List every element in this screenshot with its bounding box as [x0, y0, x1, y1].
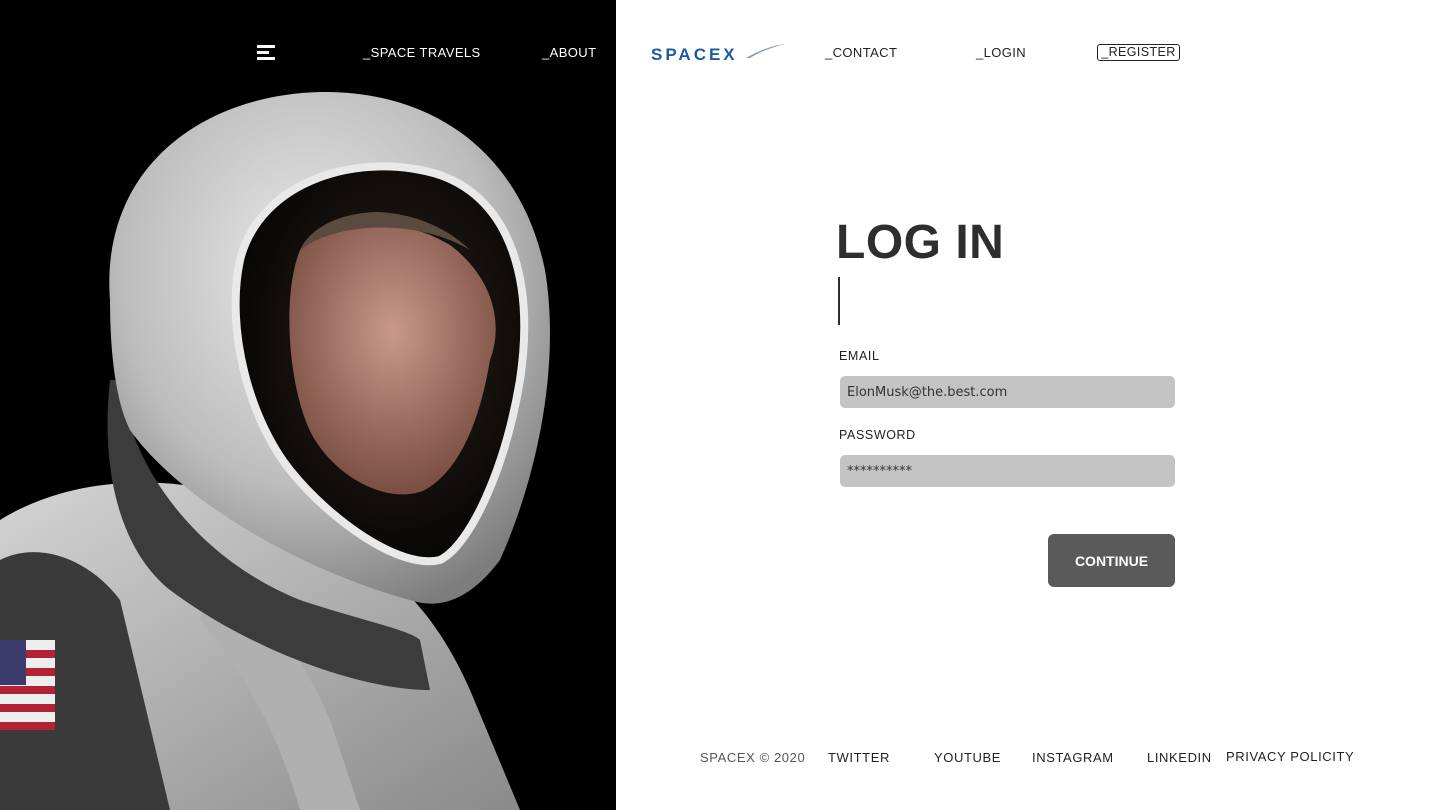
hamburger-menu-icon[interactable] — [257, 45, 275, 60]
email-label: EMAIL — [839, 349, 880, 363]
password-label: PASSWORD — [839, 428, 916, 442]
hero-panel: _SPACE TRAVELS _ABOUT — [0, 0, 616, 810]
page-title: LOG IN — [836, 216, 1005, 269]
footer-youtube-link[interactable]: YOUTUBE — [934, 750, 1001, 765]
footer-linkedin-link[interactable]: LINKEDIN — [1147, 750, 1212, 765]
email-field[interactable] — [840, 376, 1175, 408]
spacex-logo[interactable]: SPACEX — [651, 41, 786, 65]
continue-button[interactable]: CONTINUE — [1048, 534, 1175, 587]
logo-text: SPACEX — [651, 45, 738, 64]
astronaut-image — [0, 91, 550, 810]
footer-privacy-policy-link[interactable]: PRIVACY POLICITY — [1226, 749, 1354, 764]
nav-about-link[interactable]: _ABOUT — [542, 45, 596, 60]
title-accent-bar — [838, 277, 840, 325]
nav-login-link[interactable]: _LOGIN — [976, 45, 1026, 60]
nav-contact-link[interactable]: _CONTACT — [825, 45, 897, 60]
spacex-logo-mark: SPACEX — [651, 44, 785, 64]
footer-instagram-link[interactable]: INSTAGRAM — [1032, 750, 1114, 765]
footer-copyright: SPACEX © 2020 — [700, 750, 806, 765]
nav-space-travels-link[interactable]: _SPACE TRAVELS — [363, 45, 481, 60]
footer-twitter-link[interactable]: TWITTER — [828, 750, 890, 765]
password-field[interactable] — [840, 455, 1175, 487]
nav-register-button[interactable]: _REGISTER — [1097, 44, 1180, 61]
